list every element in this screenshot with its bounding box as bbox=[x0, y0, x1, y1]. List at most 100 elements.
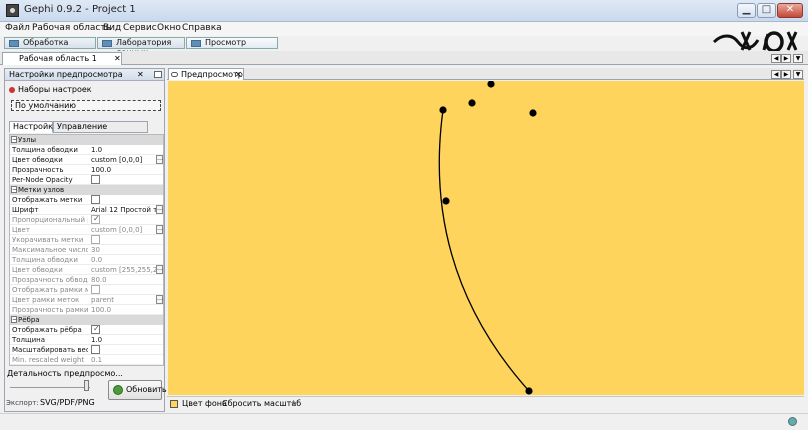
ellipsis-button[interactable]: … bbox=[156, 295, 163, 304]
collapse-icon[interactable]: − bbox=[11, 136, 17, 143]
property-row[interactable]: Per-Node Opacity bbox=[10, 175, 163, 185]
property-row[interactable]: Масштабировать вес bbox=[10, 345, 163, 355]
property-category[interactable]: − Рёбра bbox=[10, 315, 163, 325]
preset-dropdown[interactable]: По умолчанию bbox=[11, 100, 161, 111]
property-value[interactable]: 100.0 bbox=[91, 306, 157, 314]
property-row[interactable]: Отображать метки bbox=[10, 195, 163, 205]
property-row[interactable]: Цвет custom [0,0,0]… bbox=[10, 225, 163, 235]
data-table-icon bbox=[102, 40, 112, 47]
ellipsis-button[interactable]: … bbox=[156, 155, 163, 164]
property-category[interactable]: − Метки узлов bbox=[10, 185, 163, 195]
property-value[interactable]: custom [255,255,255] bbox=[91, 266, 157, 274]
data-laboratory-button[interactable]: Лаборатория данных bbox=[97, 37, 185, 57]
ellipsis-button[interactable]: … bbox=[156, 205, 163, 214]
background-color-swatch[interactable] bbox=[170, 400, 178, 408]
property-row[interactable]: Толщина обводки 1.0 bbox=[10, 145, 163, 155]
property-name: Шрифт bbox=[12, 206, 39, 214]
property-row[interactable]: Отображать рамки меток bbox=[10, 285, 163, 295]
graph-node[interactable] bbox=[487, 81, 495, 88]
property-checkbox[interactable] bbox=[91, 214, 100, 224]
detail-slider-thumb[interactable] bbox=[84, 380, 89, 391]
collapse-icon[interactable]: − bbox=[11, 316, 17, 323]
collapse-icon[interactable]: − bbox=[11, 186, 17, 193]
menu-workspace[interactable]: Рабочая область bbox=[32, 23, 111, 33]
property-category[interactable]: − Узлы bbox=[10, 135, 163, 145]
background-color-label[interactable]: Цвет фона bbox=[182, 399, 227, 408]
property-value[interactable]: parent bbox=[91, 296, 157, 304]
overview-icon bbox=[9, 40, 19, 47]
menu-help[interactable]: Справка bbox=[182, 23, 222, 33]
property-value[interactable]: Arial 12 Простой текст bbox=[91, 206, 157, 214]
preview-settings-close-icon[interactable]: ✕ bbox=[137, 70, 144, 79]
graph-node[interactable] bbox=[529, 109, 537, 117]
property-value[interactable]: 100.0 bbox=[91, 166, 157, 174]
refresh-button[interactable]: Обновить bbox=[108, 380, 167, 400]
property-checkbox[interactable] bbox=[91, 324, 100, 334]
property-row[interactable]: Пропорциональный разме bbox=[10, 214, 163, 225]
property-row[interactable]: Шрифт Arial 12 Простой текст… bbox=[10, 205, 163, 215]
preview-tab[interactable]: Предпросмотр ✕ bbox=[168, 68, 244, 80]
property-row[interactable]: Толщина обводки 0.0 bbox=[10, 255, 163, 265]
property-value[interactable]: 1.0 bbox=[91, 146, 157, 154]
graph-node[interactable] bbox=[468, 99, 476, 107]
tab-settings[interactable]: Настройки bbox=[9, 121, 58, 133]
graph-node[interactable] bbox=[439, 106, 447, 114]
ellipsis-button[interactable]: … bbox=[156, 265, 163, 274]
scroll-left-icon[interactable]: ◀ bbox=[771, 54, 781, 63]
ellipsis-button[interactable]: … bbox=[156, 225, 163, 234]
menu-file[interactable]: Файл bbox=[5, 23, 30, 33]
property-value[interactable]: 30 bbox=[91, 246, 157, 254]
notification-icon[interactable] bbox=[788, 417, 797, 426]
preview-button[interactable]: Просмотр bbox=[186, 37, 278, 49]
property-row[interactable]: Цвет обводки custom [0,0,0]… bbox=[10, 155, 163, 165]
property-row[interactable]: Прозрачность обводки 80.0 bbox=[10, 275, 163, 285]
property-row[interactable]: Максимальное число сим30 bbox=[10, 245, 163, 255]
preview-tab-list-icon[interactable]: ▼ bbox=[793, 70, 803, 79]
property-checkbox[interactable] bbox=[91, 285, 100, 294]
preview-scroll-left-icon[interactable]: ◀ bbox=[771, 70, 781, 79]
detail-slider-track[interactable] bbox=[10, 387, 90, 388]
maximize-button[interactable]: □ bbox=[757, 3, 776, 18]
property-value[interactable]: custom [0,0,0] bbox=[91, 156, 157, 164]
preview-canvas[interactable] bbox=[168, 81, 804, 395]
presets-row[interactable]: Наборы настроек bbox=[9, 85, 92, 94]
property-value[interactable]: custom [0,0,0] bbox=[91, 226, 157, 234]
graph-render[interactable] bbox=[168, 81, 804, 395]
property-value[interactable]: 0.0 bbox=[91, 256, 157, 264]
property-value[interactable]: 1.0 bbox=[91, 336, 157, 344]
property-checkbox[interactable] bbox=[91, 235, 100, 244]
menu-window[interactable]: Окно bbox=[157, 23, 181, 33]
zoom-in-icon[interactable]: + bbox=[290, 398, 297, 407]
property-row[interactable]: Укорачивать метки bbox=[10, 235, 163, 245]
property-row[interactable]: Цвет рамки меток parent… bbox=[10, 295, 163, 305]
property-row[interactable]: Min. rescaled weight 0.1 bbox=[10, 355, 163, 365]
property-checkbox[interactable] bbox=[91, 195, 100, 204]
menu-view[interactable]: Вид bbox=[103, 23, 121, 33]
property-row[interactable]: Толщина 1.0 bbox=[10, 335, 163, 345]
preview-settings-title: Настройки предпросмотра bbox=[9, 70, 123, 79]
property-value[interactable]: 0.1 bbox=[91, 356, 157, 364]
graph-node[interactable] bbox=[442, 197, 450, 205]
property-row[interactable]: Отображать рёбра bbox=[10, 324, 163, 335]
workspace-tab[interactable]: Рабочая область 1 ✕ bbox=[2, 52, 122, 65]
tab-list-icon[interactable]: ▼ bbox=[793, 54, 803, 63]
export-svg-pdf-png-link[interactable]: SVG/PDF/PNG bbox=[40, 398, 95, 407]
overview-button[interactable]: Обработка bbox=[4, 37, 96, 49]
preview-tab-close-icon[interactable]: ✕ bbox=[235, 70, 242, 79]
scroll-right-icon[interactable]: ▶ bbox=[781, 54, 791, 63]
tab-manage-renderers[interactable]: Управление отрисовщиками bbox=[53, 121, 148, 141]
preview-scroll-right-icon[interactable]: ▶ bbox=[781, 70, 791, 79]
close-window-button[interactable]: ✕ bbox=[777, 3, 803, 18]
property-value[interactable]: 80.0 bbox=[91, 276, 157, 284]
menu-tools[interactable]: Сервис bbox=[123, 23, 157, 33]
property-row[interactable]: Цвет обводки custom [255,255,255]… bbox=[10, 265, 163, 275]
property-checkbox[interactable] bbox=[91, 175, 100, 184]
minimize-panel-icon[interactable] bbox=[154, 71, 162, 78]
export-label: Экспорт: bbox=[6, 399, 39, 407]
property-checkbox[interactable] bbox=[91, 345, 100, 354]
property-row[interactable]: Прозрачность рамки метк100.0 bbox=[10, 305, 163, 315]
workspace-tab-close-icon[interactable]: ✕ bbox=[114, 54, 121, 63]
graph-node[interactable] bbox=[525, 387, 533, 395]
property-row[interactable]: Прозрачность 100.0 bbox=[10, 165, 163, 175]
minimize-button[interactable]: ▁ bbox=[737, 3, 756, 18]
